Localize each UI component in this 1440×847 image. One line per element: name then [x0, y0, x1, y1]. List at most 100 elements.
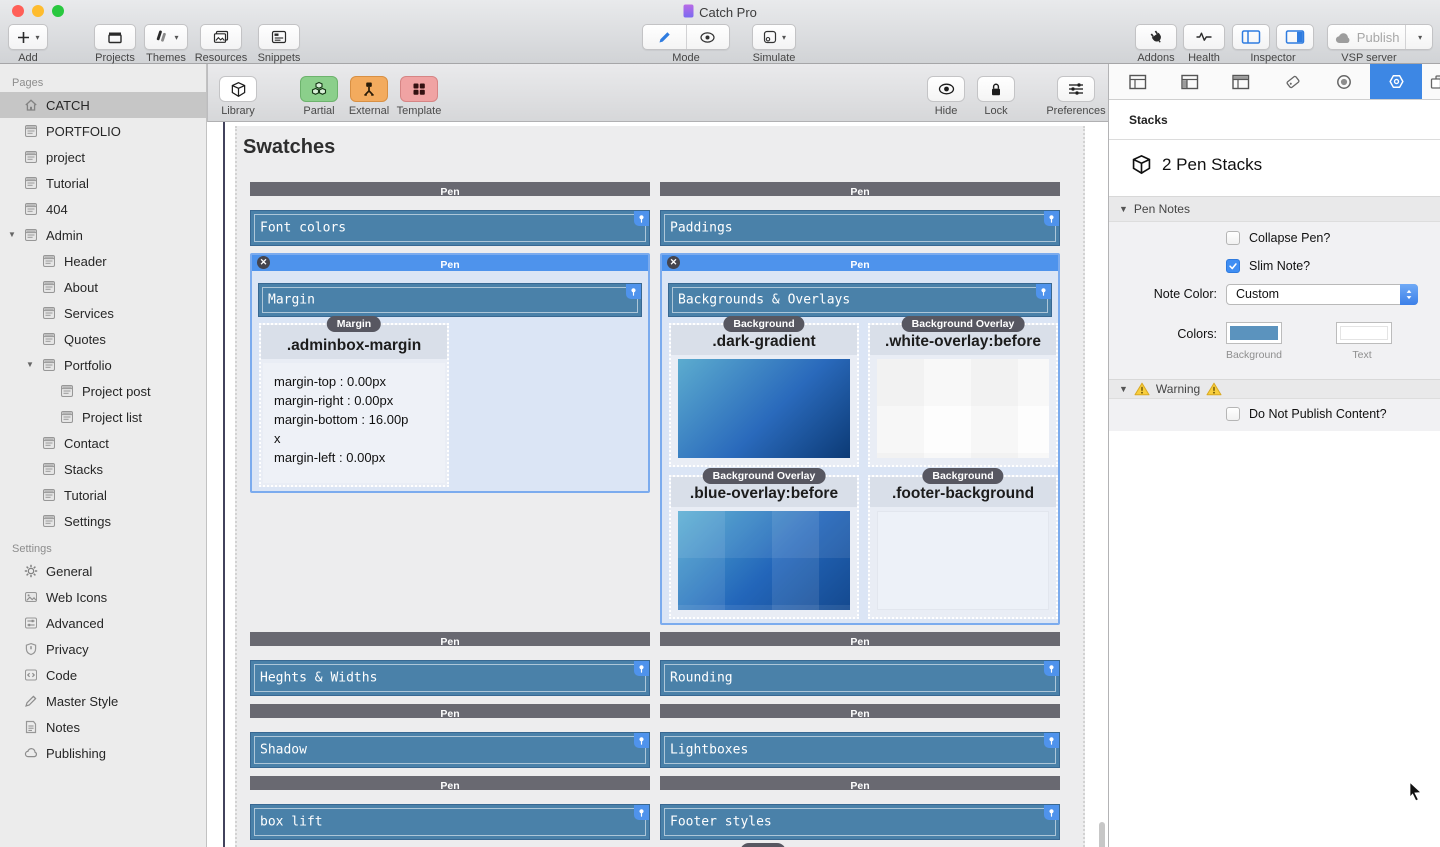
hide-button[interactable]	[927, 76, 965, 102]
publish-menu-button[interactable]: ▾	[1405, 25, 1432, 49]
pin-icon[interactable]	[1044, 733, 1059, 748]
pin-icon[interactable]	[1044, 211, 1059, 226]
close-icon[interactable]: ✕	[667, 256, 680, 269]
tab-page-layout[interactable]	[1112, 64, 1164, 99]
pin-icon[interactable]	[634, 805, 649, 820]
sidebar-item-services[interactable]: Services	[0, 300, 206, 326]
pen-title-rounding[interactable]: Rounding	[660, 660, 1060, 696]
sidebar-item-contact[interactable]: Contact	[0, 430, 206, 456]
slim-note-checkbox[interactable]	[1226, 259, 1240, 273]
lock-button[interactable]	[977, 76, 1015, 102]
pen-stack-bar[interactable]: Pen	[660, 632, 1060, 646]
do-not-publish-checkbox[interactable]	[1226, 407, 1240, 421]
warning-section-header[interactable]: ▼ Warning	[1109, 379, 1440, 399]
resources-button[interactable]	[200, 24, 242, 50]
sidebar-item-web-icons[interactable]: Web Icons	[0, 584, 206, 610]
collapse-pen-checkbox[interactable]	[1226, 231, 1240, 245]
sidebar-item-general[interactable]: General	[0, 558, 206, 584]
sidebar-item-stacks[interactable]: Stacks	[0, 456, 206, 482]
add-button[interactable]: ▾	[8, 24, 48, 50]
pen-stack-bar[interactable]: Pen	[660, 776, 1060, 790]
snippets-button[interactable]	[258, 24, 300, 50]
pen-stack-bar[interactable]: Pen	[250, 182, 650, 196]
partial-button[interactable]	[300, 76, 338, 102]
external-button[interactable]	[350, 76, 388, 102]
pen-stack-bar[interactable]: Pen	[250, 704, 650, 718]
pen-notes-section-header[interactable]: ▼ Pen Notes	[1109, 196, 1440, 222]
swatch-card-white-overlay[interactable]: Background Overlay .white-overlay:before	[868, 323, 1058, 467]
library-button[interactable]	[219, 76, 257, 102]
tab-header-layout[interactable]	[1215, 64, 1267, 99]
themes-button[interactable]: ▾	[144, 24, 188, 50]
sidebar-item-notes[interactable]: Notes	[0, 714, 206, 740]
sidebar-item-404[interactable]: 404	[0, 196, 206, 222]
sidebar-item-portfolio[interactable]: PORTFOLIO	[0, 118, 206, 144]
projects-button[interactable]	[94, 24, 136, 50]
selected-pen-header[interactable]: ✕ Pen	[662, 255, 1058, 271]
select-stepper-icon[interactable]	[1400, 284, 1418, 305]
sidebar-item-header[interactable]: Header	[0, 248, 206, 274]
pen-title-paddings[interactable]: Paddings	[660, 210, 1060, 246]
background-color-well[interactable]	[1226, 322, 1282, 344]
sidebar-item-tutorial[interactable]: Tutorial	[0, 170, 206, 196]
sidebar-item-publishing[interactable]: Publishing	[0, 740, 206, 766]
pen-stack-bar[interactable]: Pen	[660, 182, 1060, 196]
sidebar-item-master-style[interactable]: Master Style	[0, 688, 206, 714]
sidebar-item-project[interactable]: project	[0, 144, 206, 170]
pin-icon[interactable]	[1044, 661, 1059, 676]
pen-title-heights-widths[interactable]: Heghts & Widths	[250, 660, 650, 696]
pin-icon[interactable]	[634, 211, 649, 226]
sidebar-item-quotes[interactable]: Quotes	[0, 326, 206, 352]
sidebar-item-catch[interactable]: CATCH	[0, 92, 206, 118]
sidebar-item-about[interactable]: About	[0, 274, 206, 300]
pen-title-backgrounds-overlays[interactable]: Backgrounds & Overlays	[668, 283, 1052, 317]
tab-meta-tags[interactable]	[1267, 64, 1319, 99]
preferences-button[interactable]	[1057, 76, 1095, 102]
pin-icon[interactable]	[634, 661, 649, 676]
tab-theme[interactable]	[1318, 64, 1370, 99]
pen-stack-bar[interactable]: Pen	[660, 704, 1060, 718]
disclosure-triangle-icon[interactable]: ▼	[1119, 384, 1128, 394]
pen-title-margin[interactable]: Margin	[258, 283, 642, 317]
publish-button[interactable]: Publish	[1328, 25, 1405, 49]
health-button[interactable]	[1183, 24, 1225, 50]
inspector-left-panel-button[interactable]	[1232, 24, 1270, 50]
disclosure-triangle-icon[interactable]: ▼	[1119, 204, 1128, 214]
sidebar-item-code[interactable]: Code	[0, 662, 206, 688]
canvas-scrollbar-thumb[interactable]	[1099, 822, 1105, 847]
text-color-well[interactable]	[1336, 322, 1392, 344]
tab-copy[interactable]	[1422, 64, 1440, 99]
pen-title-lightboxes[interactable]: Lightboxes	[660, 732, 1060, 768]
sidebar-item-admin[interactable]: ▼Admin	[0, 222, 206, 248]
close-icon[interactable]: ✕	[257, 256, 270, 269]
sidebar-item-advanced[interactable]: Advanced	[0, 610, 206, 636]
pen-stack-bar[interactable]: Pen	[250, 776, 650, 790]
selected-pen-header[interactable]: ✕ Pen	[252, 255, 648, 271]
swatch-card-dark-gradient[interactable]: Background .dark-gradient	[669, 323, 859, 467]
tab-sidebar-layout[interactable]	[1164, 64, 1216, 99]
pin-icon[interactable]	[1044, 805, 1059, 820]
addons-button[interactable]	[1135, 24, 1177, 50]
edit-mode-button[interactable]	[643, 25, 686, 49]
pin-icon[interactable]	[1036, 284, 1051, 299]
pin-icon[interactable]	[626, 284, 641, 299]
pen-title-shadow[interactable]: Shadow	[250, 732, 650, 768]
preview-mode-button[interactable]	[686, 25, 730, 49]
template-button[interactable]	[400, 76, 438, 102]
disclosure-triangle-icon[interactable]: ▼	[8, 231, 16, 239]
pen-title-font-colors[interactable]: Font colors	[250, 210, 650, 246]
tab-stacks-settings[interactable]	[1370, 64, 1422, 99]
swatch-card-margin[interactable]: Margin .adminbox-margin margin-top : 0.0…	[259, 323, 449, 487]
sidebar-item-portfolio[interactable]: ▼Portfolio	[0, 352, 206, 378]
sidebar-item-privacy[interactable]: Privacy	[0, 636, 206, 662]
pen-stack-bar[interactable]: Pen	[250, 632, 650, 646]
pen-title-footer-styles[interactable]: Footer styles	[660, 804, 1060, 840]
pen-title-box-lift[interactable]: box lift	[250, 804, 650, 840]
simulate-button[interactable]: ▾	[752, 24, 796, 50]
disclosure-triangle-icon[interactable]: ▼	[26, 361, 34, 369]
sidebar-item-project-list[interactable]: Project list	[0, 404, 206, 430]
sidebar-item-settings[interactable]: Settings	[0, 508, 206, 534]
sidebar-item-project-post[interactable]: Project post	[0, 378, 206, 404]
swatch-card-footer-background[interactable]: Background .footer-background	[868, 475, 1058, 619]
swatch-card-blue-overlay[interactable]: Background Overlay .blue-overlay:before	[669, 475, 859, 619]
